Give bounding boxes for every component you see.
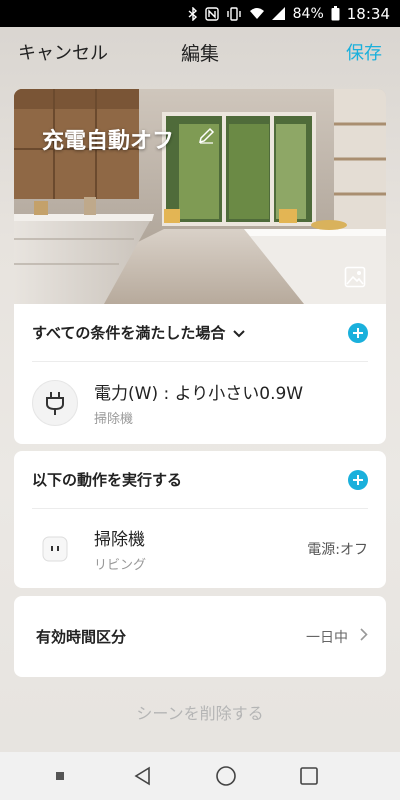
effective-period-value: 一日中 <box>306 629 348 646</box>
conditions-title: すべての条件を満たした場合 <box>32 324 226 342</box>
add-condition-button[interactable] <box>348 322 368 343</box>
condition-item[interactable]: 電力(W) : より小さい0.9W 掃除機 <box>14 362 386 444</box>
image-icon[interactable] <box>344 266 366 288</box>
overview-icon[interactable] <box>289 756 329 796</box>
recent-dot-icon[interactable] <box>40 756 80 796</box>
condition-device: 掃除機 <box>94 412 134 427</box>
cancel-button[interactable]: キャンセル <box>18 39 108 65</box>
plug-icon <box>32 380 78 426</box>
battery-icon <box>331 6 340 21</box>
actions-header: 以下の動作を実行する <box>32 451 368 509</box>
effective-period-row[interactable]: 有効時間区分 一日中 <box>36 596 368 677</box>
signal-icon <box>271 7 286 20</box>
save-button[interactable]: 保存 <box>346 39 382 65</box>
chevron-right-icon <box>360 628 368 645</box>
pencil-icon[interactable] <box>197 127 215 145</box>
smart-plug-icon <box>32 525 78 572</box>
back-icon[interactable] <box>123 756 163 796</box>
battery-percent: 84% <box>292 5 324 22</box>
action-device-name: 掃除機 <box>94 529 145 550</box>
action-state: 電源:オフ <box>307 541 368 558</box>
conditions-header: すべての条件を満たした場合 <box>32 304 368 362</box>
action-item[interactable]: 掃除機 リビング 電源:オフ <box>14 509 386 588</box>
system-nav-bar <box>0 752 400 800</box>
bluetooth-icon <box>188 6 198 21</box>
action-room: リビング <box>94 557 147 573</box>
actions-card: 以下の動作を実行する 掃除機 リビング 電源:オフ <box>14 451 386 588</box>
clock: 18:34 <box>346 4 390 23</box>
effective-period-label: 有効時間区分 <box>36 628 127 646</box>
scene-name: 充電自動オフ <box>42 129 175 154</box>
wifi-icon <box>249 7 265 20</box>
top-navigation: キャンセル 編集 保存 <box>0 27 400 77</box>
chevron-down-icon <box>233 324 246 342</box>
actions-title: 以下の動作を実行する <box>32 471 183 489</box>
vibrate-icon <box>226 6 242 21</box>
nfc-icon <box>204 6 219 21</box>
conditions-card: すべての条件を満たした場合 電力(W) : より小さい0.9W 掃除機 <box>14 304 386 444</box>
conditions-mode-selector[interactable]: すべての条件を満たした場合 <box>32 322 246 343</box>
scene-cover-image: 充電自動オフ <box>14 89 386 304</box>
condition-title: 電力(W) : より小さい0.9W <box>94 384 304 404</box>
add-action-button[interactable] <box>348 469 368 490</box>
effective-period-card: 有効時間区分 一日中 <box>14 596 386 677</box>
delete-scene-button[interactable]: シーンを削除する <box>0 700 400 724</box>
home-icon[interactable] <box>206 756 246 796</box>
status-bar: 84% 18:34 <box>0 0 400 27</box>
